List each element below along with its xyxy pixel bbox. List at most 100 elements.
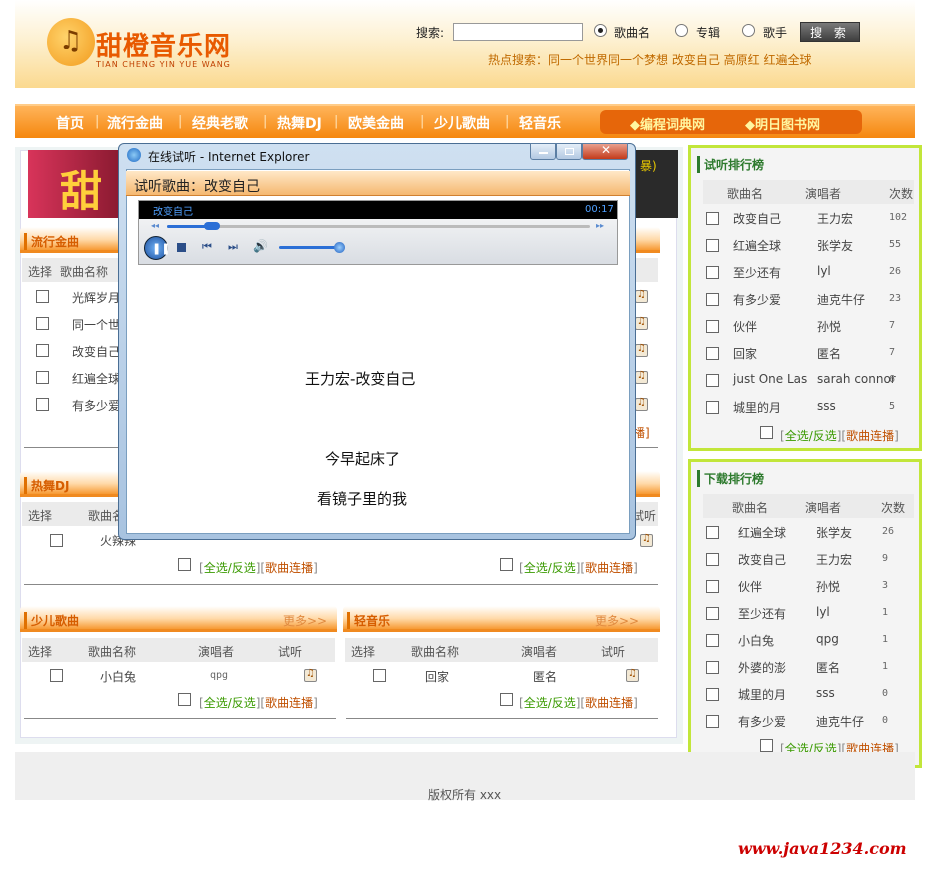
search-button[interactable]: 搜 索 [800, 22, 860, 42]
rank-checkbox[interactable] [706, 266, 719, 279]
nav-home[interactable]: 首页 [56, 113, 84, 133]
light-song-1[interactable]: 回家 [425, 668, 449, 685]
rank-song[interactable]: 有多少爱 [733, 291, 781, 308]
seek-bar[interactable] [167, 225, 590, 228]
listen-icon[interactable] [635, 397, 648, 411]
song-checkbox[interactable] [36, 398, 49, 411]
listen-rank-actions[interactable]: [全选/反选][歌曲连播] [780, 427, 899, 444]
rank-checkbox[interactable] [706, 688, 719, 701]
rank-checkbox[interactable] [706, 661, 719, 674]
rank-checkbox[interactable] [706, 347, 719, 360]
nav-kids[interactable]: 少儿歌曲 [434, 113, 490, 133]
volume-thumb[interactable] [334, 242, 345, 253]
select-all-checkbox[interactable] [178, 693, 191, 706]
hot-search[interactable]: 热点搜索：同一个世界同一个梦想 改变自己 高原红 红遍全球 [488, 51, 811, 68]
rank-checkbox[interactable] [706, 320, 719, 333]
listen-icon[interactable] [304, 668, 317, 682]
kids-song-1[interactable]: 小白兔 [100, 668, 136, 685]
rank-singer: 匿名 [816, 661, 841, 675]
rank-song[interactable]: 小白兔 [738, 632, 774, 649]
pop-song-1[interactable]: 光辉岁月 [72, 289, 120, 306]
listen-icon[interactable] [635, 370, 648, 384]
song-checkbox[interactable] [36, 371, 49, 384]
rank-checkbox[interactable] [706, 715, 719, 728]
listen-icon[interactable] [640, 533, 653, 547]
rewind-icon[interactable]: ◂◂ [151, 221, 159, 230]
rank-song[interactable]: 红遍全球 [738, 524, 786, 541]
listen-icon[interactable] [635, 316, 648, 330]
select-all-checkbox[interactable] [760, 739, 773, 752]
maximize-button[interactable] [556, 143, 582, 160]
rank-song[interactable]: 城里的月 [738, 686, 786, 703]
rank-checkbox[interactable] [706, 607, 719, 620]
rank-checkbox[interactable] [706, 553, 719, 566]
listen-icon[interactable] [626, 668, 639, 682]
select-all-checkbox[interactable] [500, 558, 513, 571]
rank-song[interactable]: 至少还有 [733, 264, 781, 281]
nav-dj[interactable]: 热舞DJ [277, 113, 322, 133]
ie-icon [127, 148, 141, 162]
rank-song[interactable]: 至少还有 [738, 605, 786, 622]
select-all-checkbox[interactable] [760, 426, 773, 439]
listen-icon[interactable] [635, 289, 648, 303]
dj-actions-right[interactable]: [全选/反选][歌曲连播] [519, 559, 638, 576]
song-checkbox[interactable] [36, 317, 49, 330]
seek-thumb[interactable] [204, 222, 220, 230]
dj-actions-left[interactable]: [全选/反选][歌曲连播] [199, 559, 318, 576]
stop-icon[interactable] [177, 243, 186, 252]
rank-song[interactable]: 有多少爱 [738, 713, 786, 730]
rank-checkbox[interactable] [706, 293, 719, 306]
radio-song[interactable] [594, 24, 607, 37]
rank-song[interactable]: 红遍全球 [733, 237, 781, 254]
rank-checkbox[interactable] [706, 634, 719, 647]
link-dictionary[interactable]: ◆编程词典网 [630, 114, 705, 133]
pop-song-4[interactable]: 红遍全球 [72, 370, 120, 387]
rank-song[interactable]: 伙伴 [733, 318, 757, 335]
light-more-link[interactable]: 更多>> [595, 612, 639, 629]
rank-song[interactable]: 城里的月 [733, 399, 781, 416]
rank-song[interactable]: 改变自己 [733, 210, 781, 227]
pop-song-5[interactable]: 有多少爱 [72, 397, 120, 414]
song-checkbox[interactable] [36, 344, 49, 357]
rank-checkbox[interactable] [706, 212, 719, 225]
nav-western[interactable]: 欧美金曲 [348, 113, 404, 133]
rank-song[interactable]: 伙伴 [738, 578, 762, 595]
link-books[interactable]: ◆明日图书网 [745, 114, 820, 133]
close-button[interactable]: ✕ [582, 143, 628, 160]
search-input[interactable] [453, 23, 583, 41]
rank-song[interactable]: just One Las [733, 372, 807, 386]
song-checkbox[interactable] [36, 290, 49, 303]
rank-checkbox[interactable] [706, 401, 719, 414]
rank-checkbox[interactable] [706, 239, 719, 252]
listen-icon[interactable] [635, 343, 648, 357]
rank-checkbox[interactable] [706, 374, 719, 387]
select-all-checkbox[interactable] [178, 558, 191, 571]
pause-button[interactable]: ❚❚ [144, 236, 170, 260]
kids-more-link[interactable]: 更多>> [283, 612, 327, 629]
pop-song-2[interactable]: 同一个世 [72, 316, 120, 333]
rank-song[interactable]: 外婆的澎 [738, 659, 786, 676]
rank-song[interactable]: 改变自己 [738, 551, 786, 568]
pop-song-3[interactable]: 改变自己 [72, 343, 120, 360]
nav-separator: | [420, 114, 425, 129]
select-all-checkbox[interactable] [500, 693, 513, 706]
rank-song[interactable]: 回家 [733, 345, 757, 362]
forward-icon[interactable]: ▸▸ [596, 221, 604, 230]
minimize-button[interactable] [530, 143, 556, 160]
song-checkbox[interactable] [50, 534, 63, 547]
nav-pop[interactable]: 流行金曲 [107, 113, 163, 133]
logo-text[interactable]: 甜橙音乐网 [96, 26, 231, 63]
nav-light[interactable]: 轻音乐 [519, 113, 561, 133]
volume-icon[interactable]: 🔊 [253, 239, 268, 253]
radio-album[interactable] [675, 24, 688, 37]
rank-checkbox[interactable] [706, 526, 719, 539]
light-actions[interactable]: [全选/反选][歌曲连播] [519, 694, 638, 711]
rank-checkbox[interactable] [706, 580, 719, 593]
radio-singer[interactable] [742, 24, 755, 37]
kids-actions[interactable]: [全选/反选][歌曲连播] [199, 694, 318, 711]
next-icon[interactable]: ⏭ [228, 240, 238, 254]
previous-icon[interactable]: ⏮ [202, 240, 212, 254]
nav-classic[interactable]: 经典老歌 [192, 113, 248, 133]
song-checkbox[interactable] [373, 669, 386, 682]
song-checkbox[interactable] [50, 669, 63, 682]
